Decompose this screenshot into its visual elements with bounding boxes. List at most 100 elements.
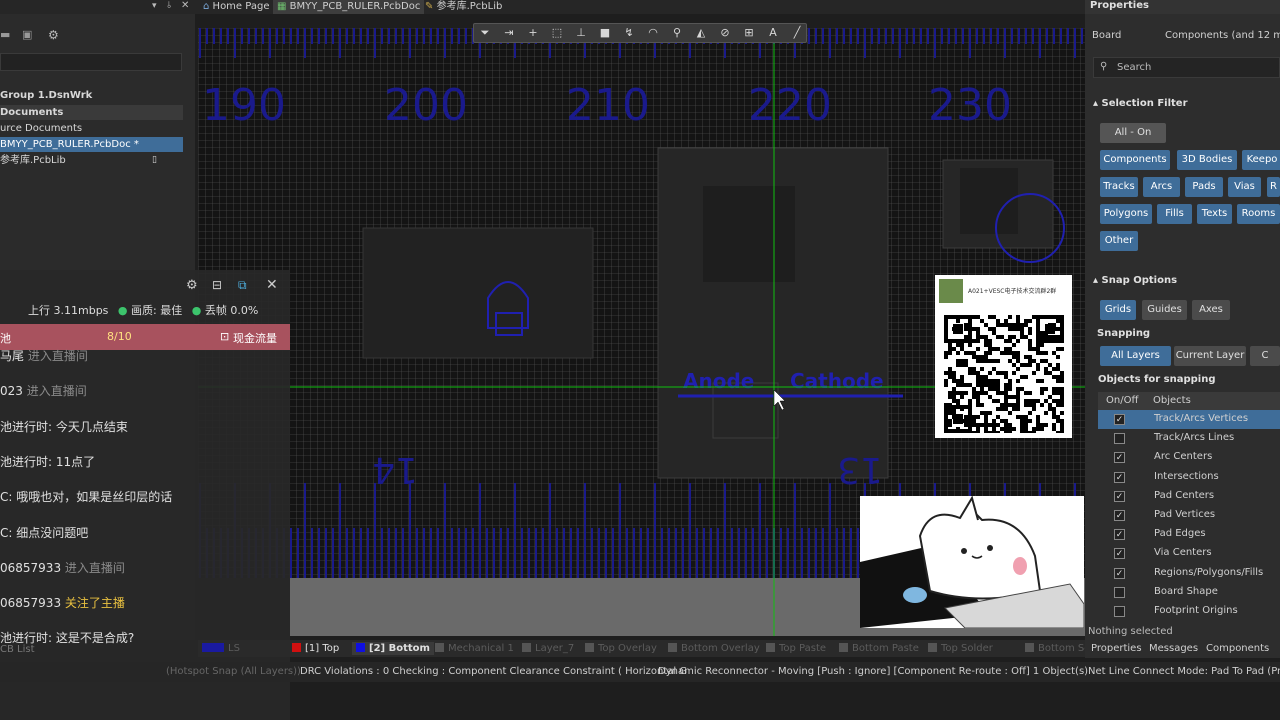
place-component-icon[interactable]: ■ [598,26,612,40]
filter-chip[interactable]: Keepo [1242,150,1280,170]
panel-tab-components[interactable]: Components [1206,643,1269,654]
pcb-list-label[interactable]: CB List [0,644,35,655]
tree-item-pcblib[interactable]: 参考库.PcbLib ▯ [0,153,183,168]
snap-object-row[interactable]: ✓ Pad Edges [1098,525,1280,544]
snap-grids-button[interactable]: Grids [1100,300,1136,320]
line-icon[interactable]: ╱ [790,26,804,40]
panel-tab-properties[interactable]: Properties [1091,643,1142,654]
layer-tab[interactable]: Top Paste [766,642,826,655]
snap-checkbox[interactable]: ✓ [1114,414,1125,425]
layer-tab[interactable]: Mechanical 1 [435,642,514,655]
text-icon[interactable]: A [766,26,780,40]
keepout-icon[interactable]: ⊘ [718,26,732,40]
snap-options-header[interactable]: ▴ Snap Options [1093,275,1177,286]
close-icon[interactable]: ✕ [266,277,278,293]
align-icon[interactable]: ⊥ [574,26,588,40]
snap-checkbox[interactable] [1114,433,1125,445]
snap-object-row[interactable]: Board Shape [1098,583,1280,602]
filter-chip[interactable]: Fills [1157,204,1192,224]
snap-checkbox[interactable]: ✓ [1114,567,1125,579]
lock-icon[interactable]: ⊟ [212,278,222,292]
snap-checkbox[interactable]: ✓ [1114,510,1125,521]
filter-chip[interactable]: Rooms [1237,204,1280,224]
tree-item-workspace[interactable]: Group 1.DsnWrk [0,88,183,103]
panel-menu-icon[interactable]: ▾ [152,1,157,11]
projects-search-input[interactable] [0,53,182,71]
snap-object-row[interactable]: ✓ Regions/Polygons/Fills [1098,564,1280,583]
filter-chip[interactable]: Texts [1197,204,1232,224]
all-on-button[interactable]: All - On [1100,123,1166,143]
crosshair-icon[interactable]: + [526,26,540,40]
filter-chip[interactable]: Components [1100,150,1170,170]
snap-off-button[interactable]: C [1250,346,1280,366]
layer-tab[interactable]: [2] Bottom [352,642,434,655]
tab-home-page[interactable]: ⌂ Home Page [199,0,273,14]
layer-tab[interactable]: Top Overlay [585,642,657,655]
snap-checkbox[interactable] [1114,586,1125,598]
layer-tab[interactable]: [1] Top [292,642,339,655]
filter-chip[interactable]: Polygons [1100,204,1152,224]
snap-checkbox[interactable]: ✓ [1114,529,1125,541]
via-icon[interactable]: ⚲ [670,26,684,40]
properties-search-input[interactable]: ⚲ Search [1093,57,1280,78]
arc-icon[interactable]: ◠ [646,26,660,40]
filter-chip[interactable]: Arcs [1143,177,1180,197]
interactive-route-icon[interactable]: ↯ [622,26,636,40]
qr-module [1008,427,1012,431]
qr-module [964,351,968,355]
filter-chip[interactable]: Vias [1228,177,1261,197]
qr-module [1000,403,1004,407]
filter-chip[interactable]: Other [1100,231,1138,251]
tree-item-pcbdoc[interactable]: BMYY_PCB_RULER.PcbDoc * [0,137,183,152]
filter-chip[interactable]: 3D Bodies [1177,150,1237,170]
qr-module [1040,379,1044,383]
tree-item-source-documents[interactable]: urce Documents [0,121,183,136]
layer-tab[interactable]: Top Solder [928,642,993,655]
snap-object-row[interactable]: Footprint Origins [1098,602,1280,621]
snap-axes-button[interactable]: Axes [1192,300,1230,320]
filter-chip[interactable]: Pads [1185,177,1223,197]
snap-checkbox[interactable]: ✓ [1114,490,1125,502]
snap-object-row[interactable]: ✓ Intersections [1098,468,1280,487]
snap-current-layer-button[interactable]: Current Layer [1174,346,1246,366]
dimension-icon[interactable]: ⊞ [742,26,756,40]
board-label[interactable]: Board [1092,30,1121,41]
qr-module [972,355,976,359]
snap-object-row[interactable]: ✓ Pad Centers [1098,487,1280,506]
filter-chip[interactable]: R [1267,177,1280,197]
tree-item-documents[interactable]: Documents [0,105,183,120]
filter-icon[interactable]: ⏷ [478,26,492,40]
layer-tab[interactable]: Bottom Paste [839,642,919,655]
close-icon[interactable]: ✕ [181,0,189,11]
selection-filter-header[interactable]: ▴ Selection Filter [1093,98,1188,109]
snap-object-row[interactable]: ✓ Via Centers [1098,544,1280,563]
gear-icon[interactable]: ⚙ [48,28,59,42]
snap-all-layers-button[interactable]: All Layers [1100,346,1171,366]
snap-checkbox[interactable]: ✓ [1114,548,1125,560]
qr-module [1008,423,1012,427]
share-icon[interactable]: ⧉ [238,278,247,293]
pin-icon[interactable]: ⫰ [167,1,171,11]
snap-object-row[interactable]: ✓ Pad Vertices [1098,506,1280,525]
snap-guides-button[interactable]: Guides [1142,300,1187,320]
polygon-icon[interactable]: ◭ [694,26,708,40]
snap-checkbox[interactable] [1114,606,1125,617]
filter-chip[interactable]: Tracks [1100,177,1138,197]
tab-pcblib[interactable]: ✎ 参考库.PcbLib [421,0,506,14]
snap-object-row[interactable]: Track/Arcs Lines [1098,429,1280,448]
folder-icon[interactable]: ▬ [0,28,10,41]
snap-checkbox[interactable]: ✓ [1114,452,1125,464]
layer-tab[interactable]: LS [202,642,240,655]
tab-pcbdoc[interactable]: ▦ BMYY_PCB_RULER.PcbDoc [273,0,425,14]
select-rect-icon[interactable]: ⬚ [550,26,564,40]
snap-object-row[interactable]: ✓ Arc Centers [1098,448,1280,467]
route-icon[interactable]: ⇥ [502,26,516,40]
settings-icon[interactable]: ⚙ [186,278,198,293]
snap-object-row[interactable]: ✓ Track/Arcs Vertices [1098,410,1280,429]
components-dropdown[interactable]: Components (and 12 mo [1165,30,1280,41]
snap-checkbox[interactable]: ✓ [1114,471,1125,483]
panel-tab-messages[interactable]: Messages [1149,643,1198,654]
layer-tab[interactable]: Layer_7 [522,642,574,655]
save-icon[interactable]: ▣ [22,28,32,41]
layer-tab[interactable]: Bottom Overlay [668,642,760,655]
